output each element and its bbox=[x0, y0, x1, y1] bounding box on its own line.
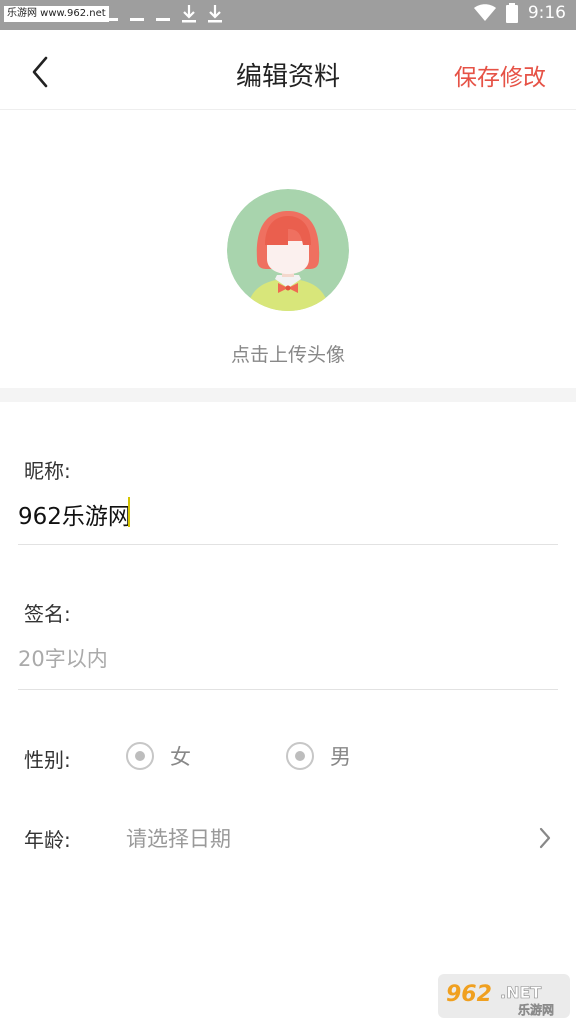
signature-underline bbox=[18, 689, 558, 690]
gender-option-label: 男 bbox=[330, 745, 351, 769]
watermark-logo: 962 .NET 乐游网 bbox=[438, 974, 570, 1018]
clock: 9:16 bbox=[527, 3, 566, 23]
sim-icon bbox=[130, 18, 144, 21]
avatar-section: 点击上传头像 bbox=[0, 110, 576, 388]
gender-option-label: 女 bbox=[170, 745, 191, 769]
signature-label: 签名: bbox=[24, 602, 71, 626]
site-badge: 乐游网 www.962.net bbox=[4, 6, 109, 22]
download-icon bbox=[208, 5, 222, 23]
status-icons-right: 9:16 bbox=[473, 3, 566, 23]
upload-avatar-hint[interactable]: 点击上传头像 bbox=[0, 340, 576, 367]
nickname-input[interactable] bbox=[18, 496, 558, 532]
sim-icon bbox=[156, 18, 170, 21]
watermark-sub: 乐游网 bbox=[518, 1002, 554, 1017]
signature-input[interactable] bbox=[18, 641, 558, 677]
status-bar: 乐游网 www.962.net 9:16 bbox=[0, 0, 576, 30]
radio-icon[interactable] bbox=[126, 742, 154, 770]
watermark-badge: 962 .NET 乐游网 bbox=[438, 974, 570, 1018]
save-button[interactable]: 保存修改 bbox=[454, 58, 546, 92]
watermark-brand: 962 bbox=[446, 982, 492, 1007]
avatar[interactable] bbox=[227, 189, 349, 311]
battery-icon bbox=[505, 3, 518, 23]
top-bar: 编辑资料 保存修改 bbox=[0, 30, 576, 110]
status-icons-left bbox=[104, 4, 222, 24]
download-icon bbox=[182, 5, 196, 23]
chevron-right-icon bbox=[539, 827, 551, 849]
watermark-suffix: .NET bbox=[500, 983, 541, 1002]
text-cursor bbox=[128, 497, 130, 527]
section-divider bbox=[0, 388, 576, 402]
radio-icon[interactable] bbox=[286, 742, 314, 770]
nickname-label: 昵称: bbox=[24, 459, 71, 483]
date-placeholder: 请选择日期 bbox=[126, 827, 231, 851]
sim-icon bbox=[104, 18, 118, 21]
nickname-underline bbox=[18, 544, 558, 545]
gender-option-male[interactable]: 男 bbox=[286, 741, 351, 771]
wifi-icon bbox=[473, 4, 496, 21]
gender-option-female[interactable]: 女 bbox=[126, 741, 191, 771]
age-label: 年龄: bbox=[24, 828, 71, 852]
date-picker[interactable]: 请选择日期 bbox=[126, 820, 556, 856]
gender-label: 性别: bbox=[24, 748, 71, 772]
